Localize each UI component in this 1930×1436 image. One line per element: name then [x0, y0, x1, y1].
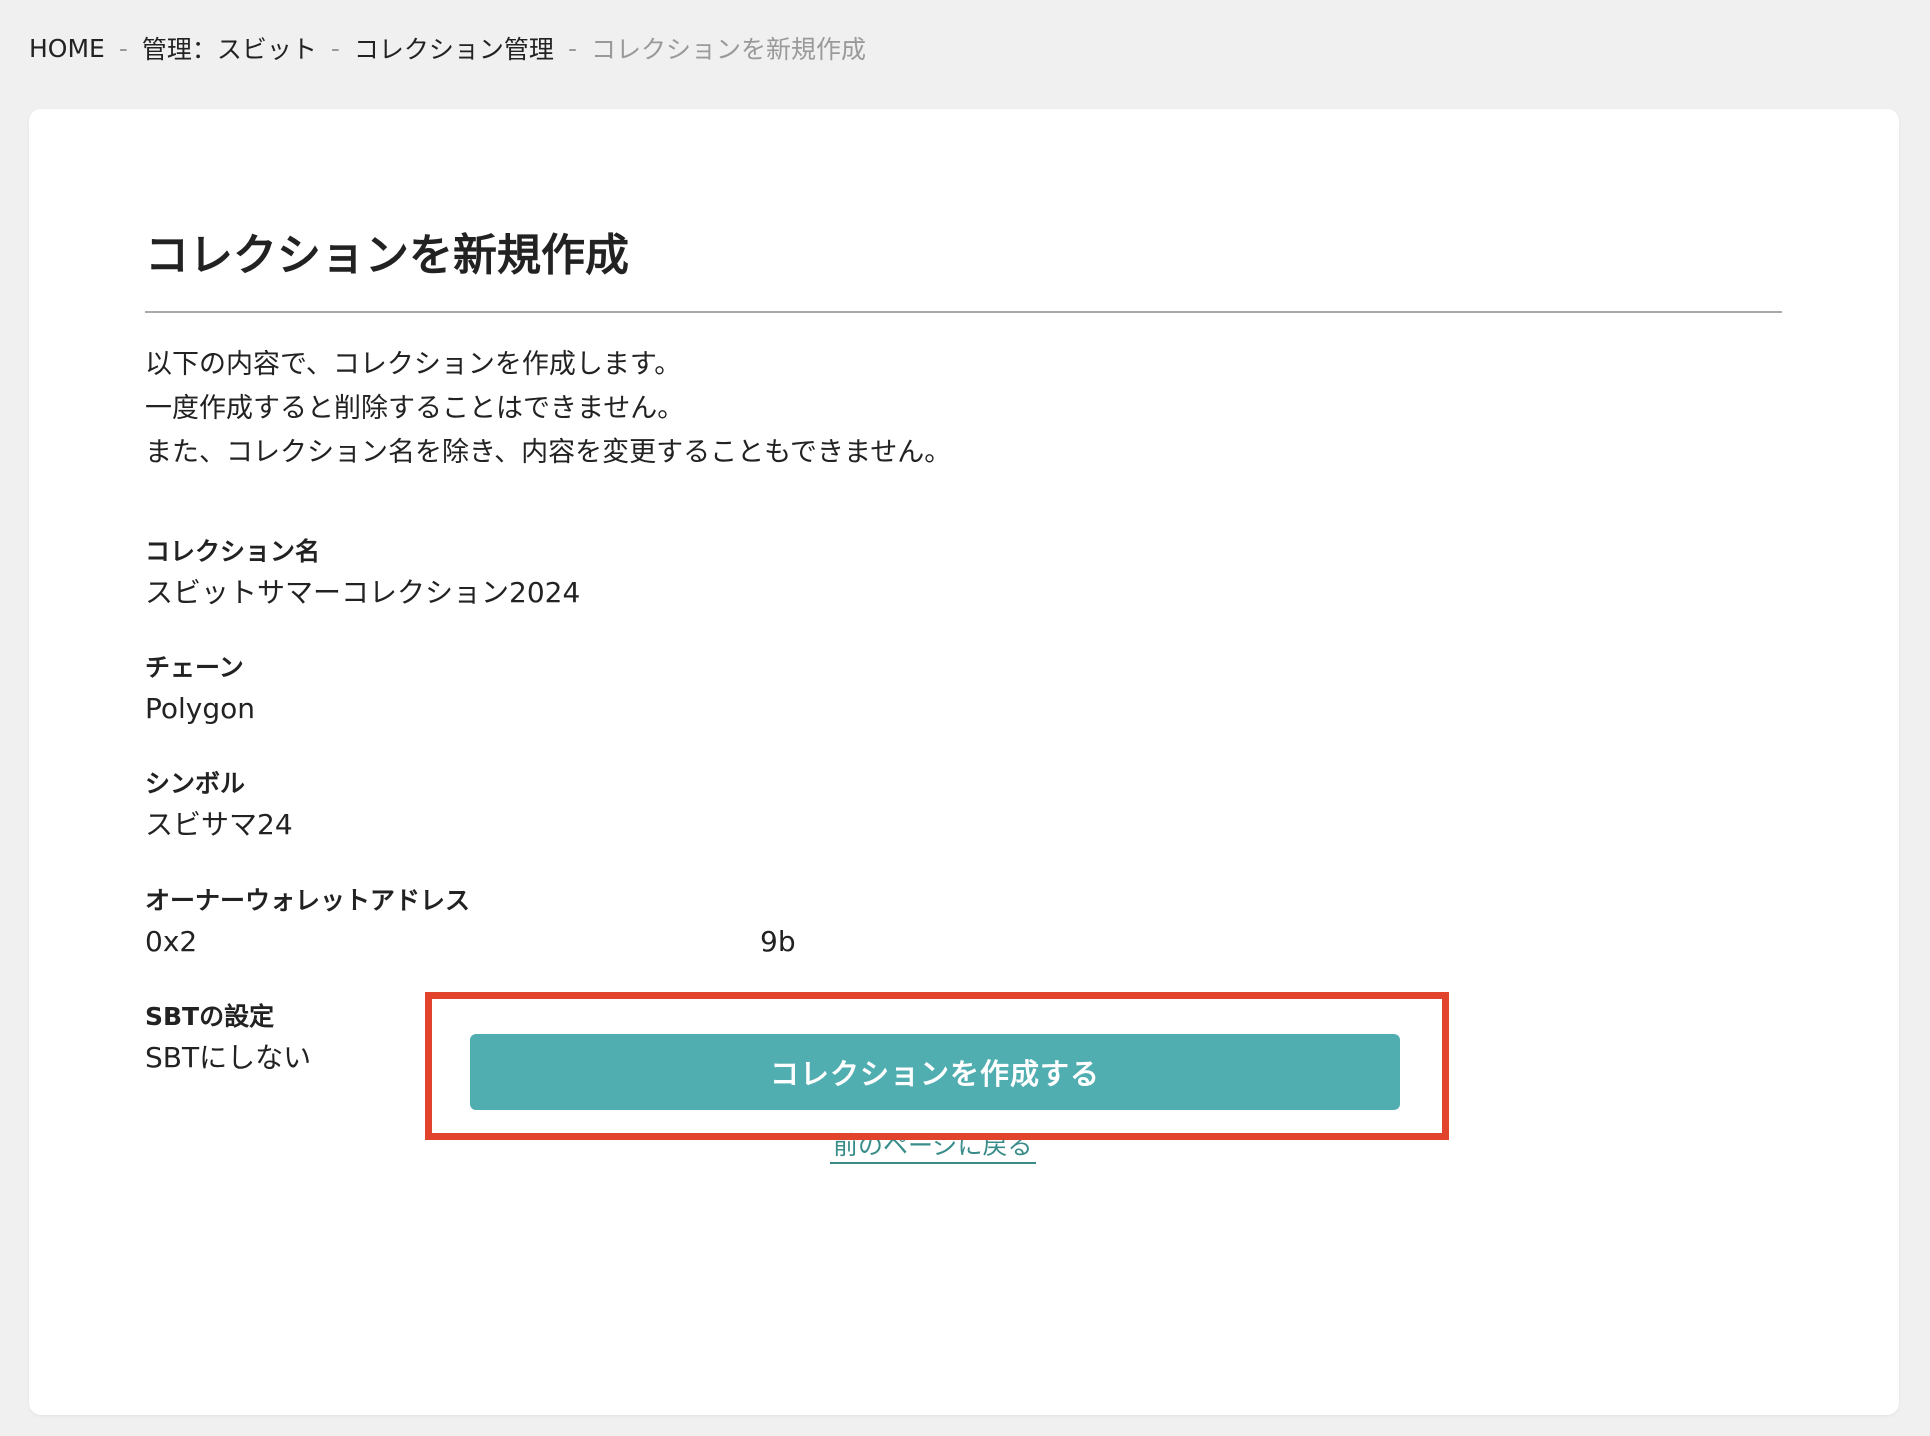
page-title: コレクションを新規作成 — [145, 230, 629, 281]
breadcrumb-separator: - — [330, 33, 340, 63]
content-card: コレクションを新規作成 以下の内容で、コレクションを作成します。 一度作成すると… — [29, 109, 1899, 1415]
breadcrumb-current: コレクションを新規作成 — [590, 35, 866, 64]
breadcrumb-collection-management[interactable]: コレクション管理 — [354, 30, 554, 66]
breadcrumb-separator: - — [567, 33, 577, 63]
breadcrumb: HOME - 管理：スビット - コレクション管理 - コレクションを新規作成 — [29, 28, 866, 68]
intro-line: また、コレクション名を除き、内容を変更することもできません。 — [145, 437, 952, 468]
field-symbol: シンボル スビサマ24 — [145, 764, 293, 846]
breadcrumb-separator: - — [118, 33, 128, 63]
breadcrumb-home[interactable]: HOME — [29, 34, 105, 63]
title-divider — [145, 311, 1782, 313]
field-owner-wallet: オーナーウォレットアドレス 0x2 9b — [145, 881, 845, 963]
field-label: シンボル — [145, 769, 246, 798]
field-value: スビサマ24 — [145, 808, 293, 841]
field-sbt: SBTの設定 SBTにしない — [145, 997, 311, 1079]
field-chain: チェーン Polygon — [145, 648, 255, 730]
field-value: Polygon — [145, 692, 256, 725]
field-value: スビットサマーコレクション2024 — [145, 576, 581, 609]
field-label: オーナーウォレットアドレス — [145, 886, 471, 915]
highlight-annotation — [425, 992, 1449, 1140]
field-collection-name: コレクション名 スビットサマーコレクション2024 — [145, 532, 580, 614]
wallet-address-end: 9b — [760, 925, 796, 958]
wallet-address-start: 0x2 — [145, 925, 198, 958]
field-label: SBTの設定 — [145, 1002, 275, 1031]
intro-line: 一度作成すると削除することはできません。 — [145, 393, 685, 424]
field-value: SBTにしない — [145, 1041, 312, 1074]
field-label: コレクション名 — [145, 537, 321, 566]
intro-text: 以下の内容で、コレクションを作成します。 一度作成すると削除することはできません… — [145, 343, 951, 475]
breadcrumb-admin[interactable]: 管理：スビット — [142, 30, 317, 66]
field-label: チェーン — [145, 653, 244, 682]
field-value: 0x2 9b — [145, 921, 845, 963]
intro-line: 以下の内容で、コレクションを作成します。 — [145, 349, 682, 380]
